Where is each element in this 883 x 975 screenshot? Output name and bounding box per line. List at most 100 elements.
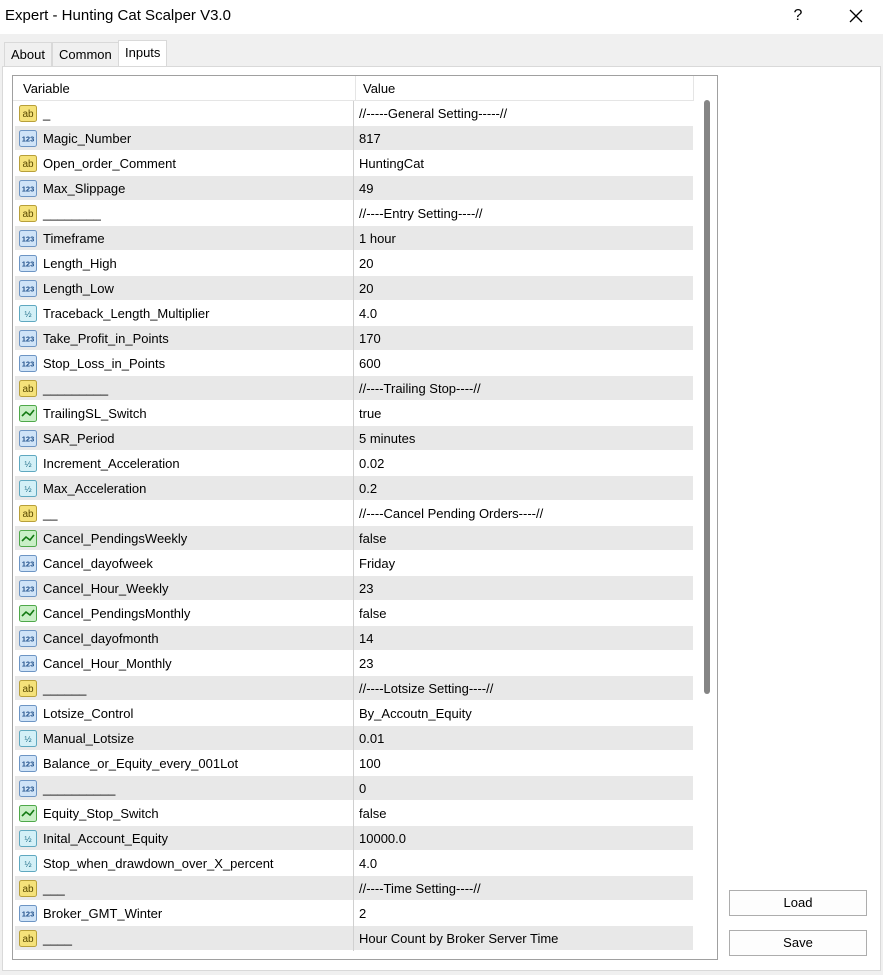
cell-divider: [353, 726, 354, 751]
variable-value[interactable]: //----Entry Setting----//: [359, 201, 483, 226]
table-row[interactable]: ab ________ //----Entry Setting----//: [15, 201, 693, 226]
variable-value[interactable]: 20: [359, 276, 373, 301]
table-row[interactable]: 123 Length_Low 20: [15, 276, 693, 301]
table-row[interactable]: 123 Take_Profit_in_Points 170: [15, 326, 693, 351]
table-row[interactable]: 123 Timeframe 1 hour: [15, 226, 693, 251]
table-row[interactable]: 123 Lotsize_Control By_Accoutn_Equity: [15, 701, 693, 726]
load-button[interactable]: Load: [729, 890, 867, 916]
table-row[interactable]: ab _ //-----General Setting-----//: [15, 101, 693, 126]
cell-divider: [353, 401, 354, 426]
variable-value[interactable]: 20: [359, 251, 373, 276]
table-row[interactable]: 123 Length_High 20: [15, 251, 693, 276]
variable-value[interactable]: 2: [359, 901, 366, 926]
variable-value[interactable]: //-----General Setting-----//: [359, 101, 507, 126]
variable-value[interactable]: Friday: [359, 551, 395, 576]
variable-value[interactable]: 14: [359, 626, 373, 651]
variable-value[interactable]: HuntingCat: [359, 151, 424, 176]
variable-name: SAR_Period: [43, 431, 115, 446]
table-row[interactable]: Equity_Stop_Switch false: [15, 801, 693, 826]
table-row[interactable]: ½ Increment_Acceleration 0.02: [15, 451, 693, 476]
variable-value[interactable]: 49: [359, 176, 373, 201]
variable-value[interactable]: 10000.0: [359, 826, 406, 851]
table-row[interactable]: 123 Cancel_Hour_Weekly 23: [15, 576, 693, 601]
cell-divider: [353, 351, 354, 376]
variable-name: Max_Acceleration: [43, 481, 147, 496]
close-button[interactable]: [834, 0, 878, 32]
variable-value[interactable]: 0.01: [359, 726, 384, 751]
table-row[interactable]: 123 Magic_Number 817: [15, 126, 693, 151]
table-row[interactable]: ab __ //----Cancel Pending Orders----//: [15, 501, 693, 526]
variable-value[interactable]: 4.0: [359, 851, 377, 876]
variable-value[interactable]: 23: [359, 651, 373, 676]
variable-value[interactable]: //----Time Setting----//: [359, 876, 481, 901]
string-icon: ab: [19, 380, 37, 397]
double-icon: ½: [19, 855, 37, 872]
tab-inputs[interactable]: Inputs: [118, 40, 168, 67]
column-header-variable[interactable]: Variable: [15, 76, 355, 101]
variable-value[interactable]: Hour Count by Broker Server Time: [359, 926, 558, 951]
svg-text:123: 123: [22, 760, 35, 769]
cell-divider: [353, 751, 354, 776]
variable-value[interactable]: 4.0: [359, 301, 377, 326]
variable-value[interactable]: false: [359, 601, 386, 626]
variable-value[interactable]: 0.02: [359, 451, 384, 476]
variable-value[interactable]: //----Lotsize Setting----//: [359, 676, 493, 701]
variable-name: ________: [43, 206, 101, 221]
variable-value[interactable]: //----Trailing Stop----//: [359, 376, 481, 401]
tab-about[interactable]: About: [4, 42, 52, 66]
cell-divider: [353, 801, 354, 826]
variable-value[interactable]: By_Accoutn_Equity: [359, 701, 472, 726]
help-button[interactable]: ?: [778, 0, 818, 32]
table-row[interactable]: 123 Broker_GMT_Winter 2: [15, 901, 693, 926]
table-row[interactable]: ab ____ Hour Count by Broker Server Time: [15, 926, 693, 951]
variable-value[interactable]: 100: [359, 751, 381, 776]
table-row[interactable]: ½ Max_Acceleration 0.2: [15, 476, 693, 501]
variable-value[interactable]: 817: [359, 126, 381, 151]
table-row[interactable]: ab Open_order_Comment HuntingCat: [15, 151, 693, 176]
variable-value[interactable]: false: [359, 801, 386, 826]
table-row[interactable]: Cancel_PendingsWeekly false: [15, 526, 693, 551]
table-row[interactable]: 123 SAR_Period 5 minutes: [15, 426, 693, 451]
table-row[interactable]: ½ Manual_Lotsize 0.01: [15, 726, 693, 751]
cell-divider: [353, 576, 354, 601]
column-divider[interactable]: [693, 76, 694, 101]
table-row[interactable]: 123 Balance_or_Equity_every_001Lot 100: [15, 751, 693, 776]
vertical-scrollbar[interactable]: [699, 76, 717, 959]
table-row[interactable]: 123 Cancel_dayofweek Friday: [15, 551, 693, 576]
variable-value[interactable]: 0: [359, 776, 366, 801]
variable-value[interactable]: //----Cancel Pending Orders----//: [359, 501, 543, 526]
table-row[interactable]: 123 __________ 0: [15, 776, 693, 801]
variable-value[interactable]: 23: [359, 576, 373, 601]
table-row[interactable]: 123 Cancel_Hour_Monthly 23: [15, 651, 693, 676]
table-row[interactable]: ab ___ //----Time Setting----//: [15, 876, 693, 901]
cell-divider: [353, 651, 354, 676]
variable-value[interactable]: 170: [359, 326, 381, 351]
double-icon: ½: [19, 730, 37, 747]
table-row[interactable]: ab _________ //----Trailing Stop----//: [15, 376, 693, 401]
table-row[interactable]: ½ Inital_Account_Equity 10000.0: [15, 826, 693, 851]
variable-value[interactable]: true: [359, 401, 381, 426]
table-row[interactable]: Cancel_PendingsMonthly false: [15, 601, 693, 626]
save-button[interactable]: Save: [729, 930, 867, 956]
tab-common[interactable]: Common: [52, 42, 119, 66]
table-row[interactable]: ½ Traceback_Length_Multiplier 4.0: [15, 301, 693, 326]
cell-divider: [353, 926, 354, 951]
table-row[interactable]: 123 Cancel_dayofmonth 14: [15, 626, 693, 651]
column-header-value[interactable]: Value: [355, 76, 693, 101]
table-row[interactable]: 123 Max_Slippage 49: [15, 176, 693, 201]
variable-name: Cancel_dayofmonth: [43, 631, 159, 646]
variable-value[interactable]: 5 minutes: [359, 426, 415, 451]
table-row[interactable]: TrailingSL_Switch true: [15, 401, 693, 426]
cell-divider: [353, 501, 354, 526]
svg-text:½: ½: [24, 484, 31, 494]
svg-text:123: 123: [22, 710, 35, 719]
variable-value[interactable]: 600: [359, 351, 381, 376]
table-row[interactable]: ½ Stop_when_drawdown_over_X_percent 4.0: [15, 851, 693, 876]
variable-name: Cancel_Hour_Weekly: [43, 581, 169, 596]
scrollbar-thumb[interactable]: [704, 100, 710, 694]
table-row[interactable]: ab ______ //----Lotsize Setting----//: [15, 676, 693, 701]
variable-value[interactable]: 0.2: [359, 476, 377, 501]
variable-value[interactable]: false: [359, 526, 386, 551]
variable-value[interactable]: 1 hour: [359, 226, 396, 251]
table-row[interactable]: 123 Stop_Loss_in_Points 600: [15, 351, 693, 376]
